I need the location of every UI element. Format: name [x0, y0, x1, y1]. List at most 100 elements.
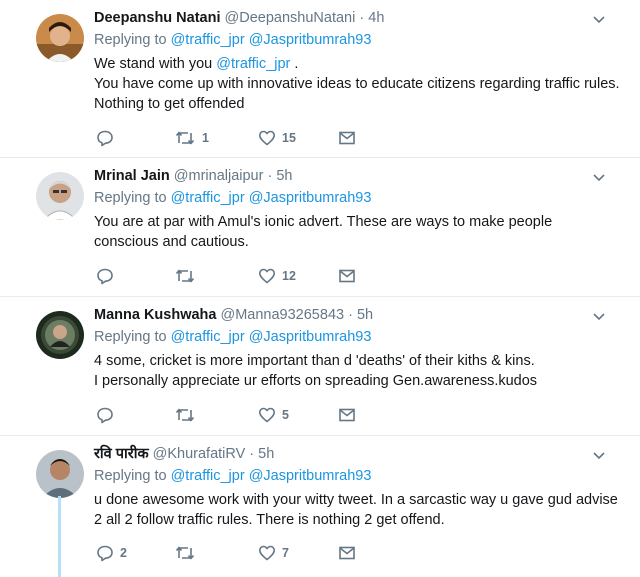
avatar[interactable] — [36, 14, 84, 62]
thread-connector-line — [58, 496, 61, 577]
heart-icon — [259, 268, 275, 284]
tweet-text: We stand with you @traffic_jpr . You hav… — [94, 54, 620, 114]
chevron-down-icon[interactable] — [592, 170, 606, 184]
like-count: 7 — [282, 546, 289, 560]
tweet-text-line: conscious and cautious. — [94, 234, 249, 250]
replying-to-label: Replying to — [94, 32, 167, 48]
avatar[interactable] — [36, 450, 84, 498]
heart-icon — [259, 407, 275, 423]
separator: · — [359, 10, 365, 26]
mention-link[interactable]: @traffic_jpr — [216, 56, 290, 72]
retweet-button[interactable] — [174, 542, 202, 564]
username[interactable]: @mrinaljaipur — [174, 168, 264, 184]
mention-link[interactable]: @traffic_jpr — [171, 32, 245, 48]
fullname[interactable]: Mrinal Jain — [94, 168, 170, 184]
tweet-text-line: I personally appreciate ur efforts on sp… — [94, 373, 538, 389]
tweet-actions: 1 15 — [96, 127, 396, 149]
avatar[interactable] — [36, 172, 84, 220]
envelope-icon — [339, 546, 355, 560]
fullname[interactable]: Manna Kushwaha — [94, 307, 216, 323]
like-button[interactable]: 7 — [258, 542, 289, 564]
retweet-button[interactable] — [174, 265, 202, 287]
retweet-icon — [175, 131, 195, 145]
replying-to-label: Replying to — [94, 468, 167, 484]
username[interactable]: @Manna93265843 — [221, 307, 345, 323]
reply-count: 2 — [120, 546, 127, 560]
replying-to-label: Replying to — [94, 190, 167, 206]
tweet-text: You are at par with Amul's ionic advert.… — [94, 212, 620, 252]
mention-link[interactable]: @Jaspritbumrah93 — [249, 190, 372, 206]
fullname[interactable]: Deepanshu Natani — [94, 10, 221, 26]
fullname[interactable]: रवि पारीक — [94, 446, 149, 462]
tweet-text-line: You have come up with innovative ideas t… — [94, 76, 620, 92]
envelope-icon — [339, 269, 355, 283]
tweet-text-line: u done awesome work with your witty twee… — [94, 492, 618, 508]
replying-to: Replying to @traffic_jpr @Jaspritbumrah9… — [94, 327, 620, 347]
chevron-down-icon[interactable] — [592, 309, 606, 323]
username[interactable]: @DeepanshuNatani — [225, 10, 356, 26]
mention-link[interactable]: @Jaspritbumrah93 — [249, 468, 372, 484]
reply-icon — [97, 545, 113, 562]
retweet-button[interactable] — [174, 404, 202, 426]
mention-link[interactable]: @Jaspritbumrah93 — [249, 329, 372, 345]
mention-link[interactable]: @traffic_jpr — [171, 190, 245, 206]
like-button[interactable]: 15 — [258, 127, 296, 149]
retweet-icon — [175, 546, 195, 560]
separator: · — [267, 168, 273, 184]
tweet-text-line: 2 all 2 follow traffic rules. There is n… — [94, 512, 445, 528]
direct-message-button[interactable] — [338, 127, 356, 149]
mention-link[interactable]: @Jaspritbumrah93 — [249, 32, 372, 48]
replying-to: Replying to @traffic_jpr @Jaspritbumrah9… — [94, 188, 620, 208]
username[interactable]: @KhurafatiRV — [153, 446, 246, 462]
envelope-icon — [339, 131, 355, 145]
timestamp[interactable]: 4h — [368, 10, 384, 26]
tweet-header: Deepanshu Natani @DeepanshuNatani · 4h — [94, 8, 620, 28]
timestamp[interactable]: 5h — [357, 307, 373, 323]
like-count: 15 — [282, 131, 296, 145]
tweet-header: रवि पारीक @KhurafatiRV · 5h — [94, 444, 620, 464]
replying-to: Replying to @traffic_jpr @Jaspritbumrah9… — [94, 30, 620, 50]
tweet-text: u done awesome work with your witty twee… — [94, 490, 620, 530]
tweet[interactable]: Manna Kushwaha @Manna93265843 · 5h Reply… — [0, 297, 640, 436]
retweet-button[interactable]: 1 — [174, 127, 209, 149]
reply-button[interactable] — [96, 127, 120, 149]
tweet-text-line: You are at par with Amul's ionic advert.… — [94, 214, 553, 230]
heart-icon — [259, 130, 275, 146]
tweet-header: Mrinal Jain @mrinaljaipur · 5h — [94, 166, 620, 186]
tweet-text-line: We stand with you @traffic_jpr . — [94, 56, 299, 72]
direct-message-button[interactable] — [338, 404, 356, 426]
reply-icon — [97, 268, 113, 285]
heart-icon — [259, 545, 275, 561]
avatar[interactable] — [36, 311, 84, 359]
retweet-count: 1 — [202, 131, 209, 145]
tweet-actions: 12 — [96, 265, 396, 287]
tweet-text-line: 4 some, cricket is more important than d… — [94, 353, 535, 369]
tweet[interactable]: Deepanshu Natani @DeepanshuNatani · 4h R… — [0, 0, 640, 158]
tweet[interactable]: रवि पारीक @KhurafatiRV · 5h Replying to … — [0, 436, 640, 577]
chevron-down-icon[interactable] — [592, 12, 606, 26]
like-button[interactable]: 5 — [258, 404, 289, 426]
tweet[interactable]: Mrinal Jain @mrinaljaipur · 5h Replying … — [0, 158, 640, 297]
direct-message-button[interactable] — [338, 542, 356, 564]
mention-link[interactable]: @traffic_jpr — [171, 329, 245, 345]
like-count: 12 — [282, 269, 296, 283]
replying-to: Replying to @traffic_jpr @Jaspritbumrah9… — [94, 466, 620, 486]
reply-feed: Deepanshu Natani @DeepanshuNatani · 4h R… — [0, 0, 640, 577]
retweet-icon — [175, 269, 195, 283]
tweet-actions: 2 7 — [96, 542, 396, 564]
reply-button[interactable]: 2 — [96, 542, 127, 564]
reply-button[interactable] — [96, 265, 120, 287]
tweet-header: Manna Kushwaha @Manna93265843 · 5h — [94, 305, 620, 325]
timestamp[interactable]: 5h — [276, 168, 292, 184]
replying-to-label: Replying to — [94, 329, 167, 345]
direct-message-button[interactable] — [338, 265, 356, 287]
mention-link[interactable]: @traffic_jpr — [171, 468, 245, 484]
tweet-actions: 5 — [96, 404, 396, 426]
chevron-down-icon[interactable] — [592, 448, 606, 462]
like-count: 5 — [282, 408, 289, 422]
like-button[interactable]: 12 — [258, 265, 296, 287]
envelope-icon — [339, 408, 355, 422]
separator: · — [348, 307, 353, 323]
timestamp[interactable]: 5h — [258, 446, 274, 462]
reply-button[interactable] — [96, 404, 120, 426]
